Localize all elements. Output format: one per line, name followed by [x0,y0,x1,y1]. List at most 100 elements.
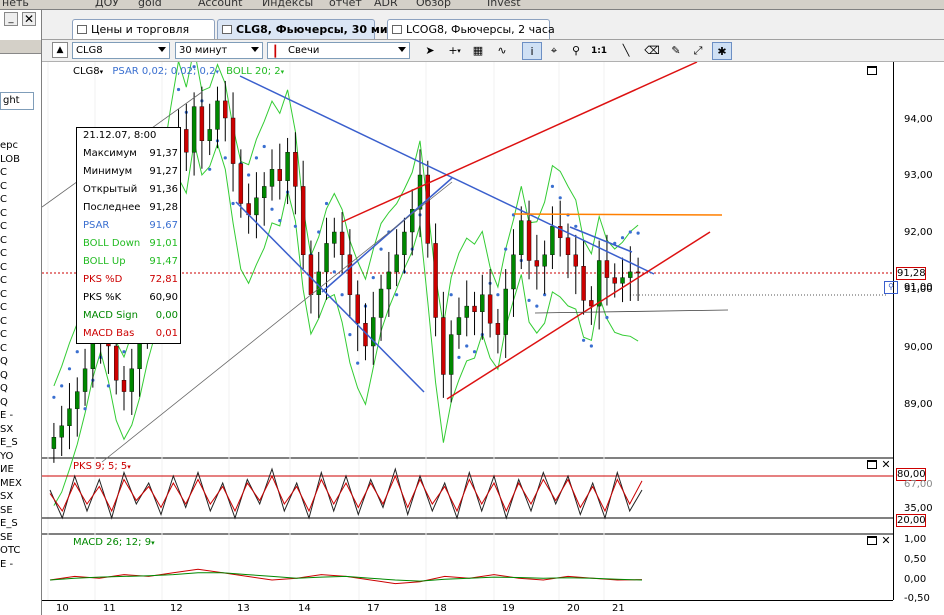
symbol-list-item[interactable]: ИЕ [0,464,14,475]
wave-icon[interactable]: ∿ [492,42,512,60]
candle-body [308,254,314,295]
symbol-list-item[interactable]: С [0,343,7,354]
symbol-list-item[interactable]: С [0,221,7,232]
symbol-list-item[interactable]: E_S [0,437,18,448]
symbol-list-item[interactable]: С [0,235,7,246]
psar-label[interactable]: PSAR 0,02; 0,02; 0,2 [112,66,215,77]
workspace-tab[interactable]: Account [198,0,242,9]
symbol-list-item[interactable]: MEX [0,478,22,489]
close-icon[interactable]: ✕ [22,12,36,26]
symbol-list-item[interactable]: SE [0,505,13,516]
workspace-tab[interactable]: Индексы [262,0,313,9]
symbol-list-item[interactable]: С [0,194,7,205]
zoom-reset-button[interactable]: 1:1 [589,42,609,60]
chevron-down-icon [251,47,259,52]
psar-dot [223,156,227,160]
macd-y-label: 0,00 [904,574,927,585]
psar-dot [293,224,297,228]
interval-value: 30 минут [179,45,228,56]
chart-icon [392,25,402,34]
boll-label[interactable]: BOLL 20; 2 [226,66,281,77]
grid-icon[interactable]: ▦ [468,42,488,60]
candle-body [207,129,212,142]
workspace-tab[interactable]: ADR [374,0,398,9]
left-panel: _ ✕ ght ерс LOB С С С С С С С С С С С С С С Q Q Q Q E - SX E_S… [0,10,42,615]
cursor-icon[interactable]: ➤ [420,42,440,60]
symbol-list-item[interactable]: Q [0,370,8,381]
symbol-list-item[interactable]: С [0,181,7,192]
workspace-tab[interactable]: ДОУ [95,0,119,9]
x-axis[interactable]: 10 11 12 13 14 17 18 19 20 21 [42,600,893,615]
close-icon[interactable]: ✕ [881,535,891,546]
workspace-tab[interactable]: Обзор [416,0,451,9]
symbol-list-item[interactable]: С [0,208,7,219]
info-key: PKS %K [83,292,122,303]
maximize-icon[interactable] [867,66,877,75]
symbol-list-item[interactable]: E - [0,410,13,421]
symbol-list-item[interactable]: С [0,289,7,300]
symbol-list-item[interactable]: С [0,275,7,286]
settings-icon[interactable]: ✱ [712,42,732,60]
symbol-list-item[interactable]: Q [0,383,8,394]
symbol-list-item[interactable]: OTC [0,545,20,556]
pks-panel-header[interactable]: PKS 9; 5; 5▾ [73,461,131,472]
symbol-list-item[interactable]: SE [0,532,13,543]
y-axis[interactable]: 94,00 93,00 92,00 91,00 90,00 89,00 91,28 ⚲ 9… [884,62,944,604]
expand-icon[interactable]: ⤢ [688,42,708,60]
paint-icon[interactable]: ✎ [666,42,686,60]
trendline-blue [235,201,425,393]
interval-select[interactable]: 30 минут [175,42,263,59]
alert-icon[interactable]: ⚲ [884,281,898,294]
current-price-tag: 91,28 [896,267,926,280]
tab-clg8[interactable]: CLG8, Фьючерсы, 30 минут [217,19,409,39]
y-tick-label: 94,00 [904,114,933,125]
symbol-list-item[interactable]: E_S [0,518,18,529]
eraser-icon[interactable]: ⌫ [642,42,662,60]
symbol-list-item[interactable]: ерс [0,140,18,151]
symbol-list-item[interactable]: С [0,329,7,340]
workspace-tab[interactable]: отчет [329,0,362,9]
candle-body [238,163,244,204]
symbol-list-item[interactable]: SX [0,491,13,502]
x-tick-label: 21 [612,603,625,614]
symbol-list-item[interactable]: С [0,262,7,273]
symbol-list-item[interactable]: С [0,248,7,259]
tab-lcog8[interactable]: LCOG8, Фьючерсы, 2 часа [387,19,555,39]
marker-icon[interactable]: ⌖ [544,42,564,60]
minimize-icon[interactable]: _ [4,12,18,26]
info-row: Максимум 91,37 [83,148,178,166]
candle-body [262,186,267,199]
symbol-list-item[interactable]: С [0,316,7,327]
psar-dot [60,384,64,388]
symbol-list-item[interactable]: С [0,302,7,313]
symbol-label[interactable]: CLG8 [73,66,100,77]
tab-prices[interactable]: Цены и торговля [72,19,215,39]
trendline-icon[interactable]: ╲ [616,42,636,60]
symbol-list-item[interactable]: YO [0,451,13,462]
chart-style-select[interactable]: ┃ Свечи [267,42,410,59]
close-icon[interactable]: ✕ [881,459,891,470]
left-panel-input[interactable]: ght [0,92,34,110]
symbol-list-item[interactable]: SX [0,424,13,435]
candle-body [519,220,524,256]
psar-dot [589,344,593,348]
chevron-down-icon[interactable]: ▾ [455,42,463,60]
info-value: 0,00 [155,310,178,321]
symbol-list-item[interactable]: Q [0,356,8,367]
macd-panel-header[interactable]: MACD 26; 12; 9▾ [73,537,155,548]
symbol-value: CLG8 [76,45,103,56]
workspace-tab[interactable]: неть [2,0,29,9]
symbol-list-item[interactable]: E - [0,559,13,570]
workspace-tab[interactable]: Invest [487,0,521,9]
workspace-tab[interactable]: gold [138,0,162,9]
symbol-list-item[interactable]: Q [0,397,8,408]
zoom-icon[interactable]: ⚲ [566,42,586,60]
candle-body [565,237,571,255]
triangle-up-icon[interactable]: ▲ [52,42,68,58]
maximize-icon[interactable] [867,536,877,545]
maximize-icon[interactable] [867,460,877,469]
symbol-list-item[interactable]: LOB [0,154,20,165]
symbol-select[interactable]: CLG8 [72,42,170,59]
info-icon[interactable]: i [522,42,542,60]
symbol-list-item[interactable]: С [0,167,7,178]
